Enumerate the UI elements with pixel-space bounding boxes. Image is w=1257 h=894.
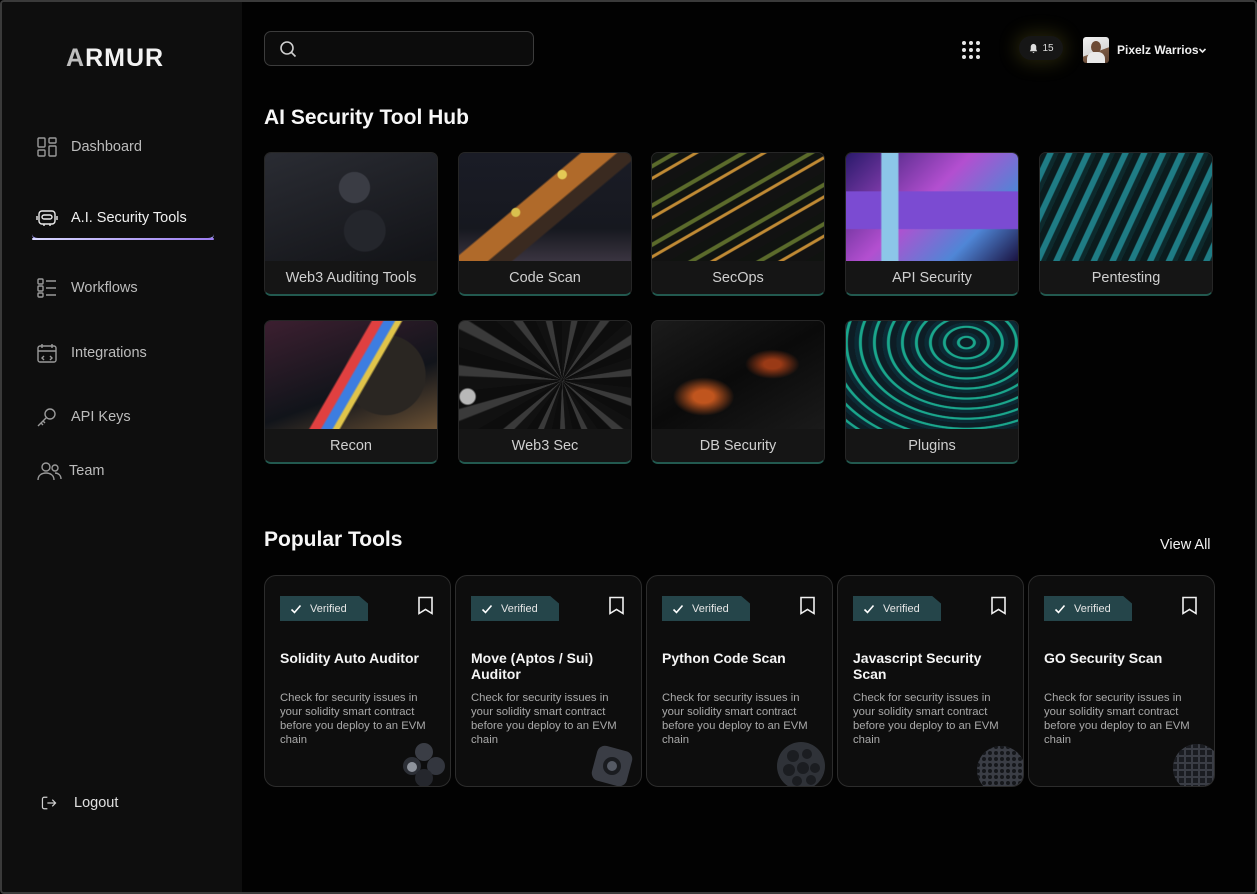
bell-icon: [1030, 43, 1038, 53]
tile-image: [846, 153, 1018, 261]
check-icon: [290, 604, 302, 614]
key-icon: [36, 406, 58, 428]
verified-badge: Verified: [853, 596, 941, 621]
tile-label: Web3 Sec: [459, 429, 631, 462]
tool-card-solidity[interactable]: Verified Solidity Auto Auditor Check for…: [264, 575, 451, 787]
tile-label: DB Security: [652, 429, 824, 462]
sidebar-item-label: A.I. Security Tools: [71, 210, 187, 226]
sidebar-item-dashboard[interactable]: Dashboard: [36, 129, 142, 165]
view-all-link[interactable]: View All: [1160, 537, 1211, 553]
sidebar: ARMUR Dashboard A.I. Security Tools Work…: [2, 2, 242, 892]
check-icon: [672, 604, 684, 614]
sidebar-item-label: Team: [69, 463, 105, 479]
tile-label: Web3 Auditing Tools: [265, 261, 437, 294]
tool-card-javascript[interactable]: Verified Javascript Security Scan Check …: [837, 575, 1024, 787]
tile-recon[interactable]: Recon: [264, 320, 438, 464]
tile-label: Pentesting: [1040, 261, 1212, 294]
verified-badge: Verified: [1044, 596, 1132, 621]
chevron-down-icon[interactable]: [1198, 46, 1207, 55]
workflows-icon: [36, 277, 58, 299]
cube-icon: [591, 745, 633, 786]
check-icon: [481, 604, 493, 614]
verified-badge: Verified: [280, 596, 368, 621]
notifications-button[interactable]: 15: [1019, 36, 1063, 60]
sidebar-item-api-keys[interactable]: API Keys: [36, 399, 131, 435]
tile-api-security[interactable]: API Security: [845, 152, 1019, 296]
sidebar-item-team[interactable]: Team: [36, 453, 104, 489]
team-icon: [36, 460, 62, 482]
tile-pentesting[interactable]: Pentesting: [1039, 152, 1213, 296]
tile-image: [459, 153, 631, 261]
tile-label: SecOps: [652, 261, 824, 294]
sidebar-item-label: Integrations: [71, 345, 147, 361]
search-bar[interactable]: [264, 31, 534, 66]
tile-image: [846, 321, 1018, 429]
tile-image: [265, 153, 437, 261]
logout-icon: [40, 792, 58, 814]
sidebar-item-ai-security-tools[interactable]: A.I. Security Tools: [32, 198, 214, 240]
tile-label: Plugins: [846, 429, 1018, 462]
sidebar-item-label: Workflows: [71, 280, 138, 296]
sidebar-item-label: Dashboard: [71, 139, 142, 155]
search-icon: [280, 41, 297, 58]
notification-count: 15: [1042, 42, 1054, 54]
apps-grid-icon[interactable]: [960, 39, 982, 61]
sidebar-item-integrations[interactable]: Integrations: [36, 335, 147, 371]
tile-image: [652, 321, 824, 429]
spiky-sphere-icon: [1173, 744, 1214, 786]
logout-button[interactable]: Logout: [40, 785, 118, 821]
card-description: Check for security issues in your solidi…: [1044, 692, 1190, 746]
logo: ARMUR: [66, 44, 165, 72]
robot-icon: [36, 207, 58, 229]
honeycomb-sphere-icon: [977, 746, 1023, 786]
tile-code-scan[interactable]: Code Scan: [458, 152, 632, 296]
sidebar-item-label: API Keys: [71, 409, 131, 425]
card-description: Check for security issues in your solidi…: [662, 692, 808, 746]
logout-label: Logout: [74, 795, 119, 811]
card-title: Solidity Auto Auditor: [280, 650, 419, 666]
tool-card-go[interactable]: Verified GO Security Scan Check for secu…: [1028, 575, 1215, 787]
bookmark-icon[interactable]: [1181, 596, 1198, 615]
card-title: Python Code Scan: [662, 650, 786, 666]
bookmark-icon[interactable]: [417, 596, 434, 615]
tool-card-move[interactable]: Verified Move (Aptos / Sui) Auditor Chec…: [455, 575, 642, 787]
integrations-icon: [36, 342, 58, 364]
tile-label: Code Scan: [459, 261, 631, 294]
tile-label: Recon: [265, 429, 437, 462]
card-title: Javascript Security Scan: [853, 650, 982, 682]
tile-image: [459, 321, 631, 429]
dashboard-icon: [36, 136, 58, 158]
card-description: Check for security issues in your solidi…: [471, 692, 617, 746]
sphere-icon: [777, 742, 825, 786]
molecule-icon: [403, 743, 445, 786]
bookmark-icon[interactable]: [608, 596, 625, 615]
app-window: ARMUR Dashboard A.I. Security Tools Work…: [0, 0, 1257, 894]
check-icon: [863, 604, 875, 614]
tile-secops[interactable]: SecOps: [651, 152, 825, 296]
tile-image: [652, 153, 824, 261]
tool-card-python[interactable]: Verified Python Code Scan Check for secu…: [646, 575, 833, 787]
search-input[interactable]: [305, 32, 525, 65]
tile-plugins[interactable]: Plugins: [845, 320, 1019, 464]
user-name[interactable]: Pixelz Warrios: [1117, 43, 1199, 57]
bookmark-icon[interactable]: [990, 596, 1007, 615]
tile-web3-auditing-tools[interactable]: Web3 Auditing Tools: [264, 152, 438, 296]
popular-title: Popular Tools: [264, 528, 403, 551]
tile-web3-sec[interactable]: Web3 Sec: [458, 320, 632, 464]
tile-db-security[interactable]: DB Security: [651, 320, 825, 464]
hub-title: AI Security Tool Hub: [264, 106, 469, 129]
sidebar-item-workflows[interactable]: Workflows: [36, 270, 138, 306]
card-title: GO Security Scan: [1044, 650, 1163, 666]
card-title: Move (Aptos / Sui) Auditor: [471, 650, 594, 682]
check-icon: [1054, 604, 1066, 614]
card-description: Check for security issues in your solidi…: [853, 692, 999, 746]
tile-label: API Security: [846, 261, 1018, 294]
verified-badge: Verified: [471, 596, 559, 621]
avatar[interactable]: [1083, 37, 1109, 63]
bookmark-icon[interactable]: [799, 596, 816, 615]
verified-badge: Verified: [662, 596, 750, 621]
tile-image: [265, 321, 437, 429]
tile-image: [1040, 153, 1212, 261]
